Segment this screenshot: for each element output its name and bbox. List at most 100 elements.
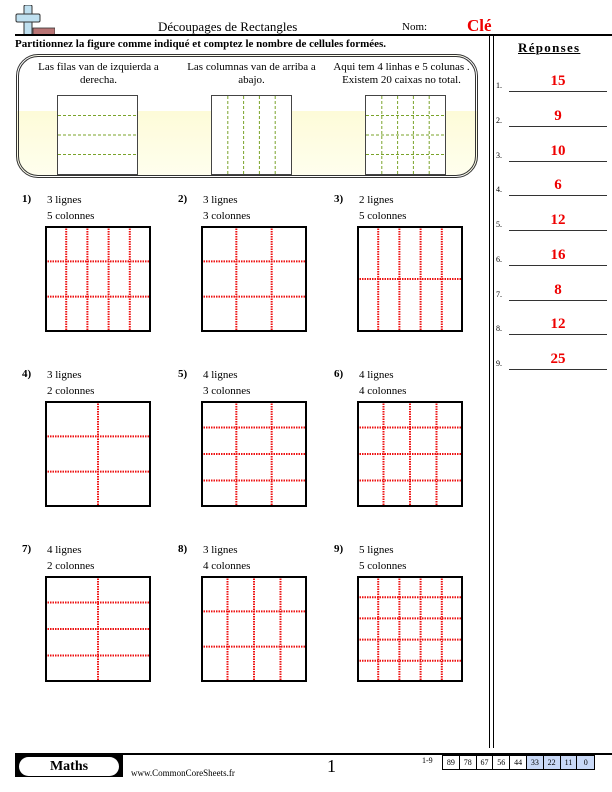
grid-figure	[366, 96, 445, 174]
example-caption: Las columnas van de arriba a abajo.	[187, 61, 316, 86]
answer-value: 12	[550, 316, 566, 332]
example-panel: Las filas van de izquierda a derecha. La…	[16, 54, 478, 178]
grid-figure	[227, 96, 276, 174]
problem-rows-label: 3 lignes	[203, 194, 238, 206]
score-cell: 44	[510, 756, 527, 769]
name-label: Nom:	[402, 21, 428, 33]
answer-number: 7.	[496, 290, 502, 299]
answer-row: 7. 8	[496, 279, 612, 301]
website-link[interactable]: www.CommonCoreSheets.fr	[131, 768, 235, 778]
answer-line	[509, 264, 607, 266]
problem-cols-label: 5 colonnes	[359, 210, 407, 222]
grid-figure	[357, 576, 463, 682]
problem-grid	[45, 401, 151, 507]
answer-value: 10	[550, 143, 566, 159]
answer-number: 2.	[496, 116, 502, 125]
grid-border	[201, 226, 307, 332]
problem-grid	[357, 226, 463, 332]
subject-badge: Maths	[15, 755, 123, 777]
answer-value: 25	[550, 351, 566, 367]
problem-rows-label: 4 lignes	[47, 544, 82, 556]
answer-number: 3.	[496, 151, 502, 160]
answer-number: 8.	[496, 324, 502, 333]
answer-line	[509, 229, 607, 231]
example-figure-rows	[57, 95, 138, 175]
answer-value: 16	[550, 247, 566, 263]
answer-value: 8	[554, 282, 562, 298]
problem-cols-label: 5 colonnes	[359, 560, 407, 572]
problem-7: 7) 4 lignes 2 colonnes	[22, 543, 172, 703]
score-cell: 56	[493, 756, 511, 769]
problem-8: 8) 3 lignes 4 colonnes	[178, 543, 328, 703]
example-caption: Aqui tem 4 linhas e 5 colunas . Existem …	[333, 61, 470, 86]
score-cell: 11	[560, 756, 578, 769]
problem-cols-label: 4 colonnes	[359, 385, 407, 397]
example-1: Las filas van de izquierda a derecha.	[21, 61, 176, 87]
answer-line	[509, 160, 607, 162]
score-cell: 78	[459, 756, 477, 769]
problem-cols-label: 3 colonnes	[203, 385, 251, 397]
problem-number: 5)	[178, 368, 188, 380]
answer-row: 4. 6	[496, 174, 612, 196]
problem-grid	[357, 576, 463, 682]
problem-grid	[45, 226, 151, 332]
answer-number: 6.	[496, 255, 502, 264]
answer-value: 12	[550, 212, 566, 228]
grid-figure	[45, 226, 151, 332]
example-figure-grid	[365, 95, 446, 175]
answer-line	[509, 299, 607, 301]
answer-value: 6	[554, 177, 562, 193]
grid-figure	[357, 226, 463, 332]
problem-5: 5) 4 lignes 3 colonnes	[178, 368, 328, 528]
problem-number: 2)	[178, 193, 188, 205]
problem-number: 1)	[22, 193, 32, 205]
grid-figure	[201, 226, 307, 332]
example-3: Aqui tem 4 linhas e 5 colunas . Existem …	[324, 61, 479, 87]
page-title: Découpages de Rectangles	[158, 19, 298, 34]
grid-figure	[58, 115, 137, 155]
problem-rows-label: 3 lignes	[203, 544, 238, 556]
problem-1: 1) 3 lignes 5 colonnes	[22, 193, 172, 353]
grid-figure	[201, 576, 307, 682]
answers-title: Réponses	[518, 40, 581, 55]
score-cell: 67	[476, 756, 494, 769]
column-divider	[489, 36, 494, 748]
score-range: 1-9	[422, 756, 433, 765]
example-2: Las columnas van de arriba a abajo.	[174, 61, 329, 87]
problem-grid	[357, 401, 463, 507]
answer-line	[509, 368, 607, 370]
answer-line	[509, 333, 607, 335]
grid-figure	[357, 401, 463, 507]
grid-figure	[45, 576, 151, 682]
problem-rows-label: 3 lignes	[47, 194, 82, 206]
plus-minus-logo-icon	[15, 5, 55, 36]
problem-4: 4) 3 lignes 2 colonnes	[22, 368, 172, 528]
subject-label: Maths	[19, 757, 119, 776]
problem-rows-label: 4 lignes	[203, 369, 238, 381]
score-cell: 33	[526, 756, 544, 769]
example-caption: Las filas van de izquierda a derecha.	[38, 61, 159, 86]
problem-grid	[201, 401, 307, 507]
problem-9: 9) 5 lignes 5 colonnes	[334, 543, 484, 703]
problem-cols-label: 4 colonnes	[203, 560, 251, 572]
problem-grid	[201, 576, 307, 682]
problem-grid	[45, 576, 151, 682]
name-value: Clé	[467, 16, 492, 35]
answer-line	[509, 194, 607, 196]
problem-cols-label: 5 colonnes	[47, 210, 95, 222]
grid-figure	[201, 401, 307, 507]
score-table: 89 78 67 56 44 33 22 11 0	[442, 755, 596, 770]
score-cell: 89	[443, 756, 460, 769]
problem-number: 4)	[22, 368, 32, 380]
answer-row: 8. 12	[496, 313, 612, 335]
answer-row: 1. 15	[496, 70, 612, 92]
problem-rows-label: 2 lignes	[359, 194, 394, 206]
problem-2: 2) 3 lignes 3 colonnes	[178, 193, 328, 353]
answer-row: 5. 12	[496, 209, 612, 231]
problem-3: 3) 2 lignes 5 colonnes	[334, 193, 484, 353]
header-divider	[15, 34, 612, 36]
answer-row: 9. 25	[496, 348, 612, 370]
problem-number: 3)	[334, 193, 344, 205]
problem-rows-label: 5 lignes	[359, 544, 394, 556]
answer-line	[509, 90, 607, 92]
